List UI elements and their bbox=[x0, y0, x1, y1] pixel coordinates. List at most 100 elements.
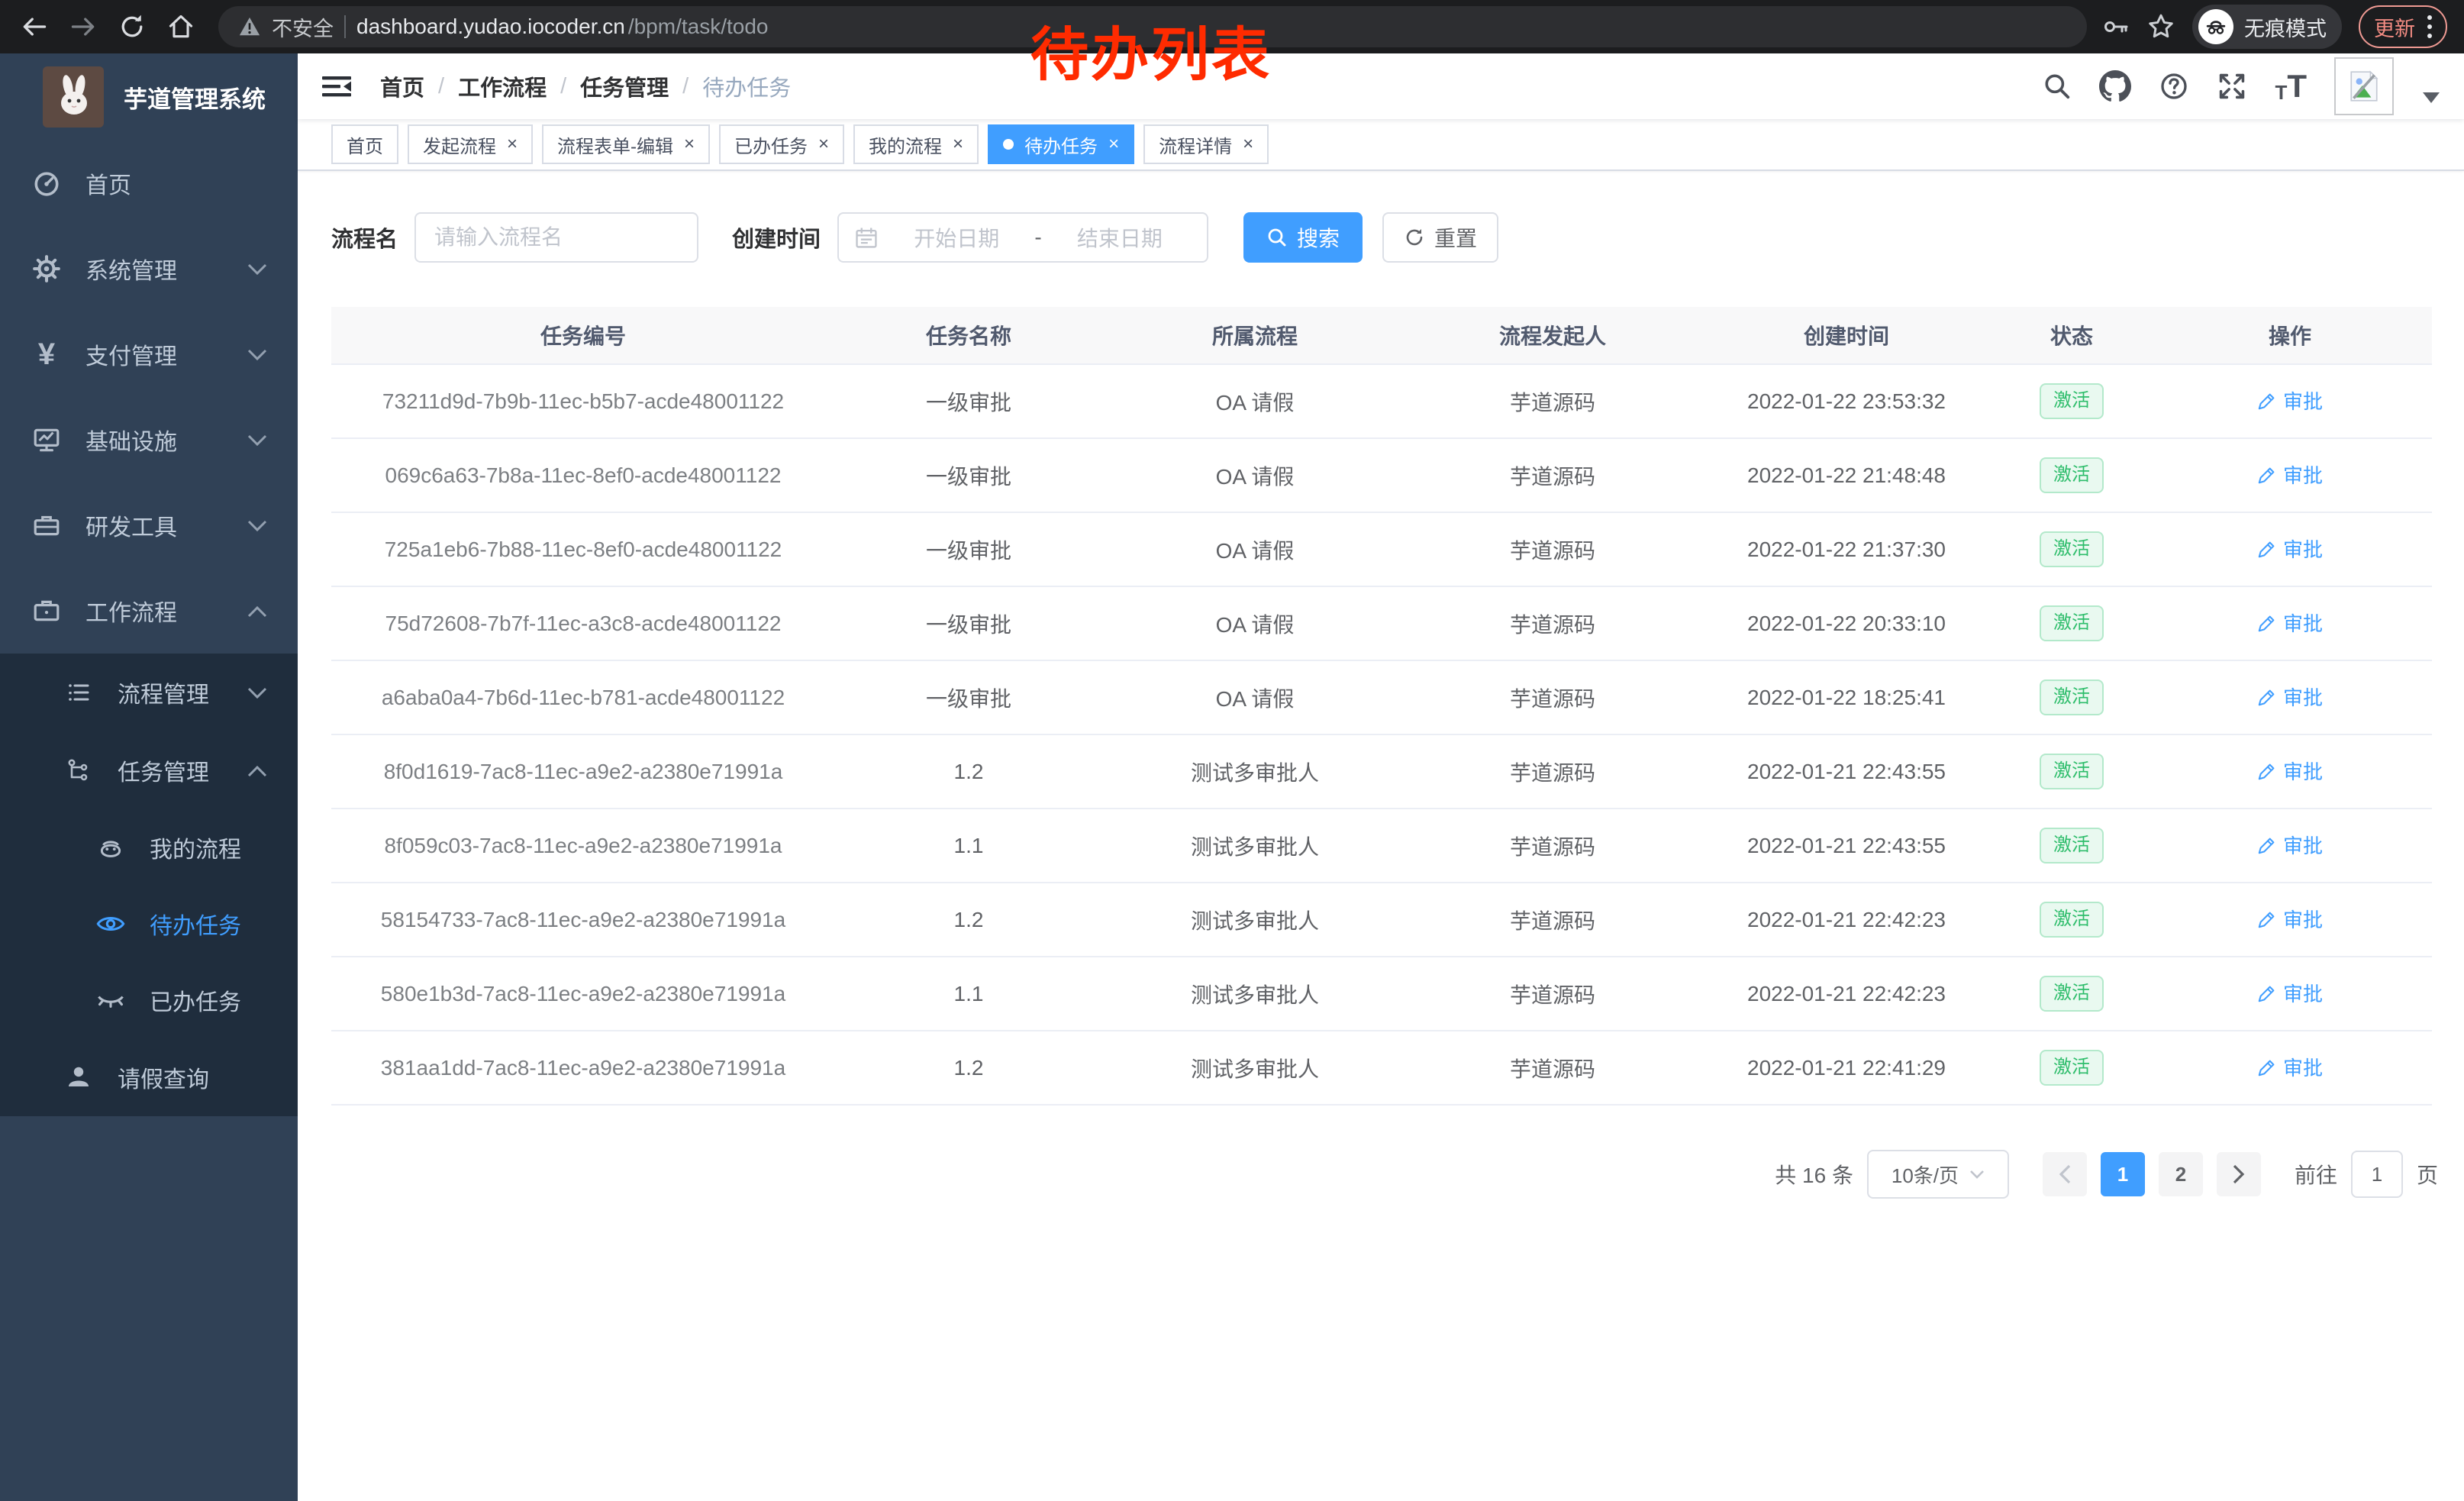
security-label[interactable]: 不安全 bbox=[272, 12, 334, 42]
url-path[interactable]: /bpm/task/todo bbox=[628, 15, 769, 39]
process-cell: 测试多审批人 bbox=[1102, 905, 1408, 935]
start-date-placeholder[interactable]: 开始日期 bbox=[885, 222, 1028, 253]
page-button-1[interactable]: 1 bbox=[2101, 1152, 2145, 1196]
refresh-icon bbox=[1404, 227, 1425, 248]
end-date-placeholder[interactable]: 结束日期 bbox=[1048, 222, 1192, 253]
sidebar-logo[interactable]: 芋道管理系统 bbox=[0, 53, 298, 140]
status-badge: 激活 bbox=[2040, 383, 2104, 419]
page-button-2[interactable]: 2 bbox=[2159, 1152, 2203, 1196]
page-size-select[interactable]: 10条/页 bbox=[1867, 1150, 2009, 1199]
magnifier-icon bbox=[1266, 227, 1288, 248]
status-badge: 激活 bbox=[2040, 1050, 2104, 1086]
reload-button[interactable] bbox=[110, 5, 154, 49]
goto-page-input[interactable] bbox=[2351, 1151, 2403, 1198]
col-status: 状态 bbox=[1995, 320, 2148, 350]
font-size-icon[interactable]: TT bbox=[2275, 70, 2307, 102]
list-tree-icon bbox=[61, 679, 96, 706]
process-cell: OA 请假 bbox=[1102, 386, 1408, 417]
pagination: 共 16 条 10条/页 1 2 前往 页 bbox=[331, 1150, 2438, 1199]
table-row: 580e1b3d-7ac8-11ec-a9e2-a2380e71991a 1.1… bbox=[331, 957, 2432, 1031]
sidebar-item-devtools[interactable]: 研发工具 bbox=[0, 483, 298, 568]
close-icon[interactable]: × bbox=[684, 135, 695, 153]
task-id-cell: 58154733-7ac8-11ec-a9e2-a2380e71991a bbox=[331, 908, 835, 932]
breadcrumb-workflow[interactable]: 工作流程 bbox=[458, 70, 547, 102]
tag-process-detail[interactable]: 流程详情× bbox=[1143, 124, 1269, 164]
caret-down-icon[interactable] bbox=[2423, 92, 2440, 103]
incognito-icon bbox=[2198, 9, 2233, 44]
process-name-input[interactable] bbox=[414, 212, 698, 263]
approve-link[interactable]: 审批 bbox=[2257, 534, 2323, 563]
sidebar-item-todo-tasks[interactable]: 待办任务 bbox=[0, 886, 298, 962]
briefcase-icon bbox=[29, 596, 64, 625]
github-icon[interactable] bbox=[2099, 70, 2131, 102]
fullscreen-icon[interactable] bbox=[2217, 71, 2247, 102]
home-icon bbox=[166, 12, 195, 41]
collapse-sidebar-icon[interactable] bbox=[321, 71, 354, 102]
close-icon[interactable]: × bbox=[1243, 135, 1253, 153]
approve-link[interactable]: 审批 bbox=[2257, 386, 2323, 415]
approve-link[interactable]: 审批 bbox=[2257, 757, 2323, 785]
close-icon[interactable]: × bbox=[953, 135, 963, 153]
close-icon[interactable]: × bbox=[1108, 135, 1119, 153]
key-icon[interactable] bbox=[2102, 13, 2130, 40]
tag-home[interactable]: 首页 bbox=[331, 124, 398, 164]
tag-form-edit[interactable]: 流程表单-编辑× bbox=[542, 124, 710, 164]
col-process: 所属流程 bbox=[1102, 320, 1408, 350]
sidebar-item-workflow[interactable]: 工作流程 bbox=[0, 568, 298, 654]
approve-link[interactable]: 审批 bbox=[2257, 831, 2323, 859]
sidebar-item-infra[interactable]: 基础设施 bbox=[0, 397, 298, 483]
star-icon[interactable] bbox=[2146, 12, 2175, 41]
help-icon[interactable] bbox=[2159, 71, 2189, 102]
task-id-cell: 725a1eb6-7b88-11ec-8ef0-acde48001122 bbox=[331, 537, 835, 562]
approve-link[interactable]: 审批 bbox=[2257, 683, 2323, 711]
avatar[interactable] bbox=[2334, 57, 2394, 115]
create-time-cell: 2022-01-21 22:42:23 bbox=[1698, 982, 1995, 1006]
prev-page-button[interactable] bbox=[2043, 1152, 2087, 1196]
approve-link[interactable]: 审批 bbox=[2257, 608, 2323, 637]
sidebar-item-my-process[interactable]: 我的流程 bbox=[0, 809, 298, 886]
approve-link[interactable]: 审批 bbox=[2257, 979, 2323, 1007]
sidebar-item-process-mgmt[interactable]: 流程管理 bbox=[0, 654, 298, 731]
approve-link[interactable]: 审批 bbox=[2257, 1053, 2323, 1081]
sidebar-item-leave-query[interactable]: 请假查询 bbox=[0, 1038, 298, 1116]
search-button[interactable]: 搜索 bbox=[1243, 212, 1363, 263]
sidebar-item-label: 流程管理 bbox=[118, 676, 209, 709]
process-cell: 测试多审批人 bbox=[1102, 831, 1408, 861]
breadcrumb-home[interactable]: 首页 bbox=[380, 70, 424, 102]
incognito-badge[interactable]: 无痕模式 bbox=[2192, 5, 2342, 49]
update-button[interactable]: 更新 bbox=[2359, 5, 2447, 48]
col-actions: 操作 bbox=[2148, 320, 2432, 350]
next-page-button[interactable] bbox=[2217, 1152, 2261, 1196]
status-badge: 激活 bbox=[2040, 457, 2104, 493]
url-host[interactable]: dashboard.yudao.iocoder.cn bbox=[356, 15, 625, 39]
close-icon[interactable]: × bbox=[507, 135, 518, 153]
tag-done-tasks[interactable]: 已办任务× bbox=[719, 124, 844, 164]
approve-link[interactable]: 审批 bbox=[2257, 905, 2323, 933]
approve-label: 审批 bbox=[2283, 683, 2323, 711]
tag-todo-tasks[interactable]: 待办任务× bbox=[988, 124, 1134, 164]
search-icon[interactable] bbox=[2043, 72, 2072, 101]
sidebar-item-label: 已办任务 bbox=[150, 983, 241, 1017]
sidebar-item-home[interactable]: 首页 bbox=[0, 140, 298, 226]
broken-image-icon bbox=[2346, 69, 2382, 104]
sidebar-item-task-mgmt[interactable]: 任务管理 bbox=[0, 731, 298, 809]
page-content: 流程名 创建时间 开始日期 - 结束日期 搜索 重置 bbox=[298, 171, 2464, 1501]
forward-button[interactable] bbox=[61, 5, 105, 49]
tag-my-process[interactable]: 我的流程× bbox=[853, 124, 979, 164]
back-button[interactable] bbox=[12, 5, 56, 49]
task-name-cell: 一级审批 bbox=[835, 386, 1102, 417]
approve-link[interactable]: 审批 bbox=[2257, 460, 2323, 489]
reset-button[interactable]: 重置 bbox=[1382, 212, 1498, 263]
sidebar-item-pay[interactable]: ¥ 支付管理 bbox=[0, 311, 298, 397]
kebab-menu-icon[interactable] bbox=[2427, 15, 2432, 38]
sidebar-item-system[interactable]: 系统管理 bbox=[0, 226, 298, 311]
create-time-cell: 2022-01-22 18:25:41 bbox=[1698, 686, 1995, 710]
breadcrumb-task-mgmt[interactable]: 任务管理 bbox=[580, 70, 669, 102]
tag-start-process[interactable]: 发起流程× bbox=[408, 124, 533, 164]
home-button[interactable] bbox=[159, 5, 203, 49]
sidebar-item-done-tasks[interactable]: 已办任务 bbox=[0, 962, 298, 1038]
starter-cell: 芋道源码 bbox=[1408, 905, 1698, 935]
warning-icon bbox=[238, 15, 261, 38]
date-range-picker[interactable]: 开始日期 - 结束日期 bbox=[837, 212, 1208, 263]
close-icon[interactable]: × bbox=[818, 135, 829, 153]
